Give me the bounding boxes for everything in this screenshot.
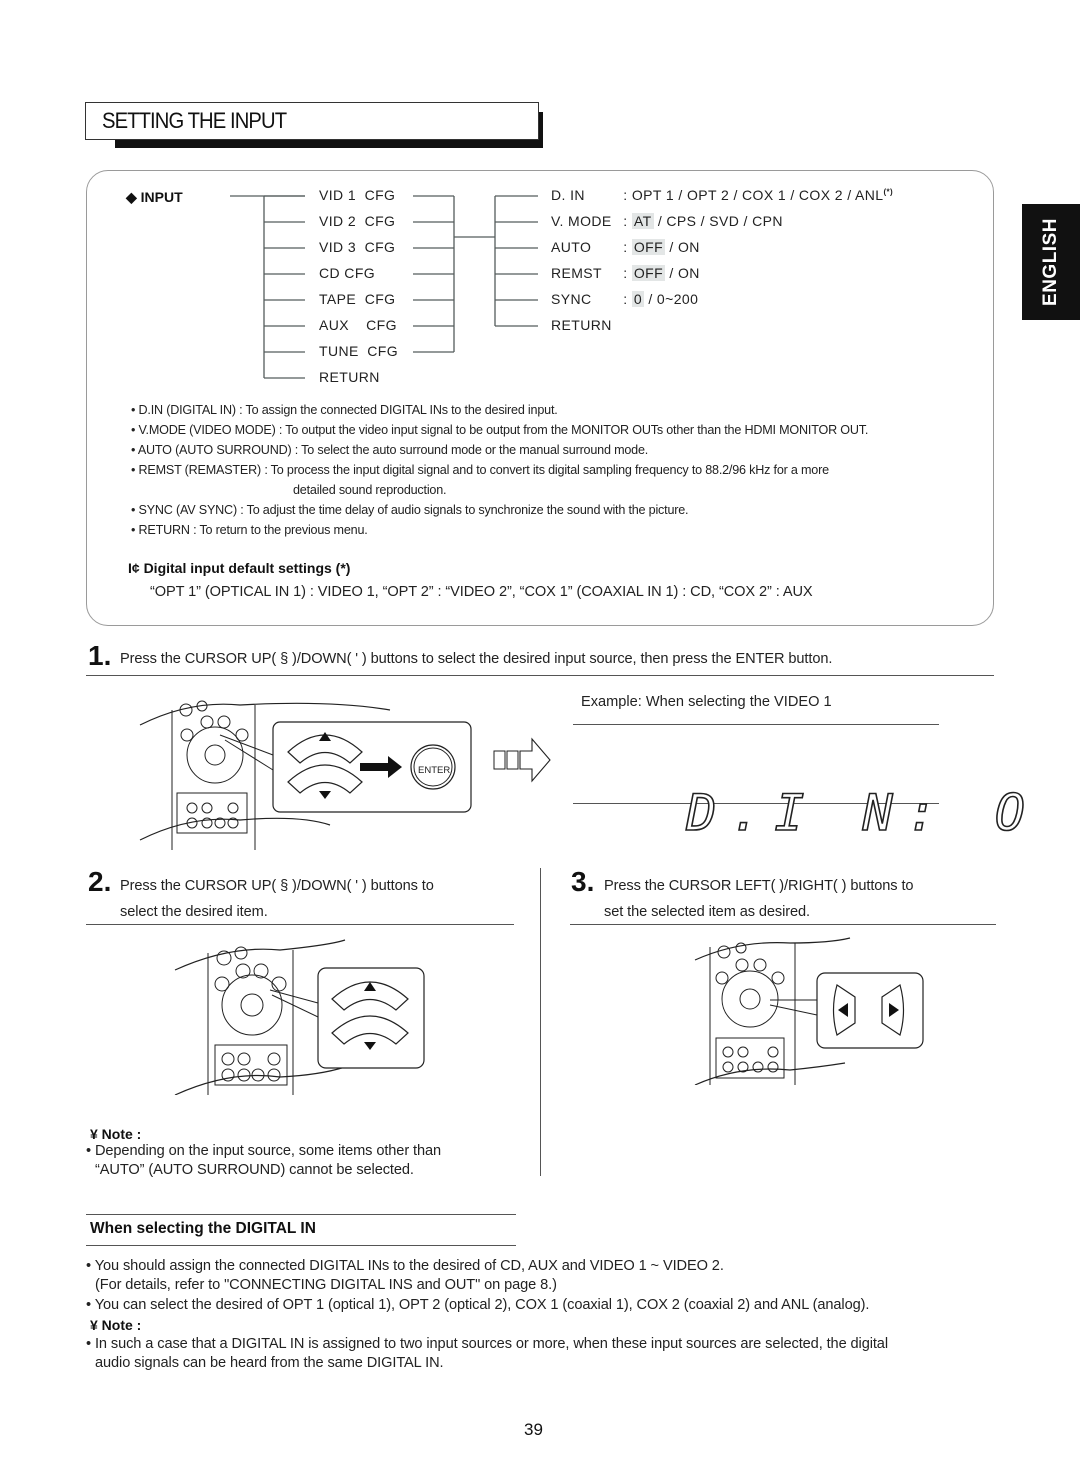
option-choices: / 0~200	[644, 291, 699, 307]
remote-illustration-2	[174, 939, 425, 1095]
step-1-number: 1.	[88, 640, 112, 671]
description-line: • V.MODE (VIDEO MODE) : To output the vi…	[131, 423, 869, 437]
step-1-rule	[86, 675, 994, 677]
fl-display-text: D.I N: O P T I	[685, 784, 1040, 842]
step-2-line-1: Press the CURSOR UP( § )/DOWN( ' ) butto…	[120, 878, 434, 894]
option-separator: :	[619, 187, 632, 203]
option-name: D. IN	[551, 187, 585, 203]
option-row: AUTO : OFF / ON	[551, 239, 700, 255]
option-separator: :	[619, 239, 632, 255]
option-default-value: 0	[631, 291, 645, 307]
column-divider	[540, 868, 542, 1176]
description-line: • D.IN (DIGITAL IN) : To assign the conn…	[131, 403, 558, 417]
defaults-body: “OPT 1” (OPTICAL IN 1) : VIDEO 1, “OPT 2…	[150, 584, 813, 600]
remote-bottom-curve	[139, 817, 331, 841]
section-rule-top	[86, 1214, 516, 1216]
zoom-callout-box-3	[816, 972, 924, 1049]
option-default-value: OFF	[631, 239, 666, 255]
step-1-text: Press the CURSOR UP( § )/DOWN( ' ) butto…	[120, 651, 833, 667]
menu-tree-lines	[230, 195, 538, 379]
option-row: V. MODE : AT / CPS / SVD / CPN	[551, 213, 783, 229]
note-2-heading: ¥ Note :	[90, 1317, 142, 1333]
option-choices: / CPS / SVD / CPN	[653, 213, 783, 229]
option-name: V. MODE	[551, 213, 612, 229]
submenu-item: VID 3 CFG	[319, 239, 396, 255]
submenu-item: VID 1 CFG	[319, 187, 396, 203]
page-number: 39	[524, 1420, 543, 1439]
option-name: RETURN	[551, 317, 612, 333]
submenu-item: AUX CFG	[319, 317, 397, 333]
display-rule-top	[573, 724, 939, 726]
enter-button-label: ENTER	[418, 765, 451, 776]
option-row: SYNC : 0 / 0~200	[551, 291, 698, 307]
note-1-heading: ¥ Note :	[90, 1126, 142, 1142]
option-row: RETURN	[551, 317, 612, 333]
remote-enter-small	[204, 744, 226, 766]
option-footnote-mark: (*)	[883, 187, 894, 197]
submenu-item: TAPE CFG	[319, 291, 396, 307]
step-3-number: 3.	[571, 866, 595, 897]
option-name: SYNC	[551, 291, 592, 307]
note-2-line-2: audio signals can be heard from the same…	[95, 1355, 444, 1371]
arrow-shaft	[360, 763, 390, 771]
description-line: • AUTO (AUTO SURROUND) : To select the a…	[131, 443, 649, 457]
digital-in-heading: When selecting the DIGITAL IN	[90, 1220, 316, 1237]
step-2-rule	[86, 924, 514, 926]
digital-in-line-3: • You can select the desired of OPT 1 (o…	[86, 1297, 870, 1313]
option-row: REMST : OFF / ON	[551, 265, 700, 281]
option-separator: :	[619, 265, 632, 281]
option-default-value: AT	[631, 213, 654, 229]
description-line: • RETURN : To return to the previous men…	[131, 523, 368, 537]
submenu-item: CD CFG	[319, 265, 376, 281]
remote-dpad-outer	[186, 726, 244, 784]
submenu-item: VID 2 CFG	[319, 213, 396, 229]
digital-in-line-2: (For details, refer to "CONNECTING DIGIT…	[95, 1277, 557, 1293]
step-3-line-1: Press the CURSOR LEFT( )/RIGHT( ) button…	[604, 878, 914, 894]
step-2-number: 2.	[88, 866, 112, 897]
option-name: AUTO	[551, 239, 592, 255]
submenu-item: TUNE CFG	[319, 343, 399, 359]
display-arrow-icon	[493, 737, 551, 783]
digital-in-line-1: • You should assign the connected DIGITA…	[86, 1258, 724, 1274]
option-separator: :	[619, 291, 632, 307]
option-name: REMST	[551, 265, 602, 281]
option-default-value: OFF	[631, 265, 666, 281]
option-choices: OPT 1 / OPT 2 / COX 1 / COX 2 / ANL	[631, 187, 884, 203]
defaults-heading: I¢ Digital input default settings (*)	[128, 560, 351, 576]
option-row: D. IN : OPT 1 / OPT 2 / COX 1 / COX 2 / …	[551, 187, 893, 203]
option-separator: :	[619, 213, 632, 229]
description-line: • SYNC (AV SYNC) : To adjust the time de…	[131, 503, 689, 517]
note-1-line-1: • Depending on the input source, some it…	[86, 1143, 442, 1159]
step-2-line-2: select the desired item.	[120, 904, 268, 920]
note-1-line-2: “AUTO” (AUTO SURROUND) cannot be selecte…	[95, 1162, 414, 1178]
remote-illustration-3	[694, 937, 924, 1085]
example-caption: Example: When selecting the VIDEO 1	[581, 694, 832, 710]
option-choices: / ON	[665, 239, 700, 255]
section-rule-bottom	[86, 1245, 516, 1247]
description-line: • REMST (REMASTER) : To process the inpu…	[131, 463, 829, 477]
step-3-rule	[570, 924, 996, 926]
step-3-line-2: set the selected item as desired.	[604, 904, 810, 920]
fl-display: D.I N: O P T I	[598, 738, 1080, 839]
note-2-line-1: • In such a case that a DIGITAL IN is as…	[86, 1336, 888, 1352]
description-line: detailed sound reproduction.	[293, 483, 447, 497]
submenu-item: RETURN	[319, 369, 380, 385]
option-choices: / ON	[665, 265, 700, 281]
